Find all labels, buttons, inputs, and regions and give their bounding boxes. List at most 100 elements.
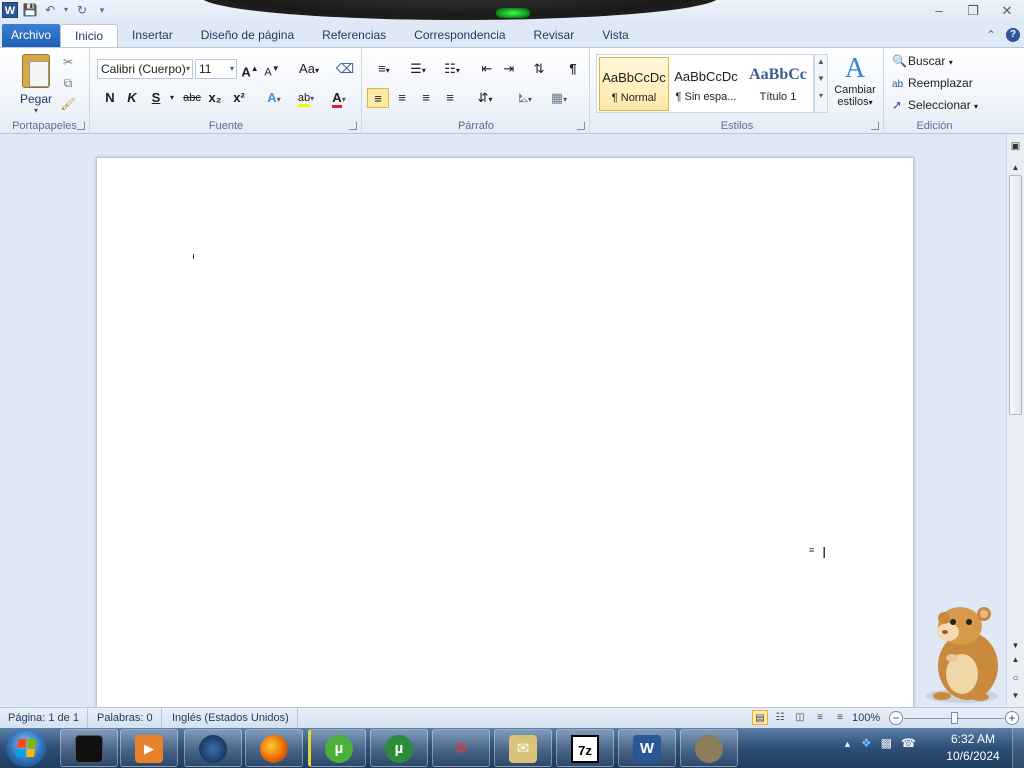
taskbar-item-7zip[interactable]: 7z <box>556 729 614 767</box>
taskbar-item-network[interactable]: ⚙ <box>432 729 490 767</box>
zoom-in-icon[interactable]: + <box>1005 711 1019 725</box>
tab-diseno-pagina[interactable]: Diseño de página <box>187 24 308 47</box>
word-count[interactable]: Palabras: 0 <box>89 708 162 729</box>
select-button[interactable]: ➚ Seleccionar ▾ <box>892 95 978 115</box>
paste-button[interactable]: Pegar ▾ <box>14 54 58 115</box>
taskbar-item-globe[interactable] <box>184 729 242 767</box>
clear-formatting-icon[interactable]: ⌫ <box>335 59 355 79</box>
font-size-input[interactable]: 11 ▾ <box>195 59 237 79</box>
tab-archivo[interactable]: Archivo <box>2 24 61 47</box>
justify-icon[interactable]: ≡ <box>439 88 461 108</box>
next-page-icon[interactable]: ▼ <box>1007 691 1024 700</box>
tab-referencias[interactable]: Referencias <box>308 24 400 47</box>
undo-icon[interactable]: ↶ <box>42 2 58 18</box>
dialog-launcher-icon[interactable] <box>871 122 879 130</box>
document-area[interactable] <box>0 135 1006 717</box>
tab-inicio[interactable]: Inicio <box>60 24 119 47</box>
align-right-icon[interactable]: ≡ <box>415 88 437 108</box>
vertical-scrollbar[interactable]: ▣ ▲ ▼ ▲ ○ ▼ <box>1006 135 1024 707</box>
find-button[interactable]: 🔍Buscar ▾ <box>892 51 953 71</box>
minimize-ribbon-icon[interactable]: ⌃ <box>986 28 996 42</box>
align-center-icon[interactable]: ≡ <box>391 88 413 108</box>
tab-correspondencia[interactable]: Correspondencia <box>400 24 519 47</box>
bold-button[interactable]: N <box>101 88 119 108</box>
chevron-up-icon[interactable]: ▲ <box>815 57 827 66</box>
zoom-level[interactable]: 100% <box>852 708 880 729</box>
dialog-launcher-icon[interactable] <box>77 122 85 130</box>
shrink-font-button[interactable]: A▼ <box>263 59 281 79</box>
taskbar-item-utorrent[interactable]: µ <box>308 729 366 767</box>
minimize-button[interactable]: – <box>922 0 956 22</box>
web-layout-icon[interactable]: ◫ <box>792 710 808 725</box>
taskbar-item-gimp[interactable] <box>680 729 738 767</box>
change-styles-button[interactable]: A Cambiar estilos▾ <box>831 54 879 109</box>
hamster-assistant[interactable] <box>922 600 1006 705</box>
show-marks-icon[interactable]: ¶ <box>563 59 583 79</box>
highlight-icon[interactable]: ab▾ <box>291 88 321 108</box>
align-left-icon[interactable]: ≡ <box>367 88 389 108</box>
customize-qat-icon[interactable]: ▾ <box>94 2 110 18</box>
multilevel-list-icon[interactable]: ☷▾ <box>437 59 467 79</box>
scrollbar-thumb[interactable] <box>1009 175 1022 415</box>
previous-page-icon[interactable]: ▲ <box>1007 655 1024 664</box>
scroll-up-icon[interactable]: ▲ <box>1007 163 1024 172</box>
line-spacing-icon[interactable]: ⇵▾ <box>471 88 499 108</box>
styles-gallery-scroll[interactable]: ▲ ▼ ▾ <box>814 54 828 113</box>
print-layout-icon[interactable]: ▤ <box>752 710 768 725</box>
outline-icon[interactable]: ≡ <box>812 710 828 725</box>
underline-button[interactable]: S <box>147 88 165 108</box>
save-icon[interactable]: 💾 <box>22 2 38 18</box>
taskbar-item-word[interactable]: W <box>618 729 676 767</box>
borders-icon[interactable]: ▦▾ <box>545 88 573 108</box>
word-app-icon[interactable]: W <box>2 2 18 18</box>
taskbar-item-media-player[interactable] <box>60 729 118 767</box>
italic-button[interactable]: K <box>123 88 141 108</box>
document-page[interactable] <box>96 157 914 717</box>
cut-icon[interactable]: ✂ <box>60 54 76 70</box>
decrease-indent-icon[interactable]: ⇤ <box>477 59 497 79</box>
taskbar-item-firefox[interactable] <box>245 729 303 767</box>
chevron-down-icon[interactable]: ▾ <box>230 60 234 78</box>
style-normal[interactable]: AaBbCcDc ¶ Normal <box>599 57 669 111</box>
scroll-down-icon[interactable]: ▼ <box>1007 641 1024 650</box>
redo-icon[interactable]: ↻ <box>74 2 90 18</box>
help-icon[interactable]: ? <box>1006 28 1020 42</box>
numbering-icon[interactable]: ☰▾ <box>403 59 433 79</box>
start-button[interactable] <box>6 729 46 767</box>
tab-revisar[interactable]: Revisar <box>520 24 589 47</box>
dialog-launcher-icon[interactable] <box>577 122 585 130</box>
taskbar-clock[interactable]: 6:32 AM 10/6/2024 <box>938 731 1008 765</box>
show-desktop-button[interactable] <box>1012 728 1024 768</box>
shading-icon[interactable]: ⛡▾ <box>511 88 539 108</box>
text-effects-icon[interactable]: A▾ <box>261 88 287 108</box>
font-name-input[interactable]: Calibri (Cuerpo) ▾ <box>97 59 193 79</box>
chevron-down-icon[interactable]: ▼ <box>815 74 827 83</box>
tab-vista[interactable]: Vista <box>588 24 642 47</box>
show-hidden-icons-icon[interactable]: ▲ <box>843 736 852 752</box>
taskbar-item-video[interactable]: ▶ <box>120 729 178 767</box>
format-painter-icon[interactable]: 🖌 <box>60 96 76 112</box>
copy-icon[interactable]: ⧉ <box>60 75 76 91</box>
style-titulo-1[interactable]: AaBbCc Título 1 <box>743 57 813 111</box>
ruler-toggle-icon[interactable]: ▣ <box>1007 141 1024 152</box>
tab-insertar[interactable]: Insertar <box>118 24 187 47</box>
style-sin-espaciado[interactable]: AaBbCcDc ¶ Sin espa... <box>671 57 741 111</box>
dropdown-icon[interactable]: ▾ <box>62 2 70 18</box>
bullets-icon[interactable]: ≡▾ <box>369 59 399 79</box>
zoom-out-icon[interactable]: − <box>889 711 903 725</box>
taskbar-item-mail[interactable]: ✉ <box>494 729 552 767</box>
replace-button[interactable]: ab Reemplazar <box>892 73 973 93</box>
full-screen-reading-icon[interactable]: ☷ <box>772 710 788 725</box>
underline-dropdown-icon[interactable]: ▾ <box>167 88 177 108</box>
browse-object-icon[interactable]: ○ <box>1007 673 1024 684</box>
restore-button[interactable]: ❐ <box>956 0 990 22</box>
subscript-button[interactable]: x₂ <box>205 88 225 108</box>
change-case-button[interactable]: Aa▾ <box>295 59 323 79</box>
paste-dropdown-icon[interactable]: ▾ <box>14 106 58 115</box>
draft-icon[interactable]: ≡ <box>832 710 848 725</box>
font-color-icon[interactable]: A▾ <box>325 88 353 108</box>
grow-font-button[interactable]: A▲ <box>241 59 259 79</box>
more-styles-icon[interactable]: ▾ <box>815 91 827 100</box>
taskbar-item-utorrent-2[interactable]: µ <box>370 729 428 767</box>
language-status[interactable]: Inglés (Estados Unidos) <box>164 708 298 729</box>
